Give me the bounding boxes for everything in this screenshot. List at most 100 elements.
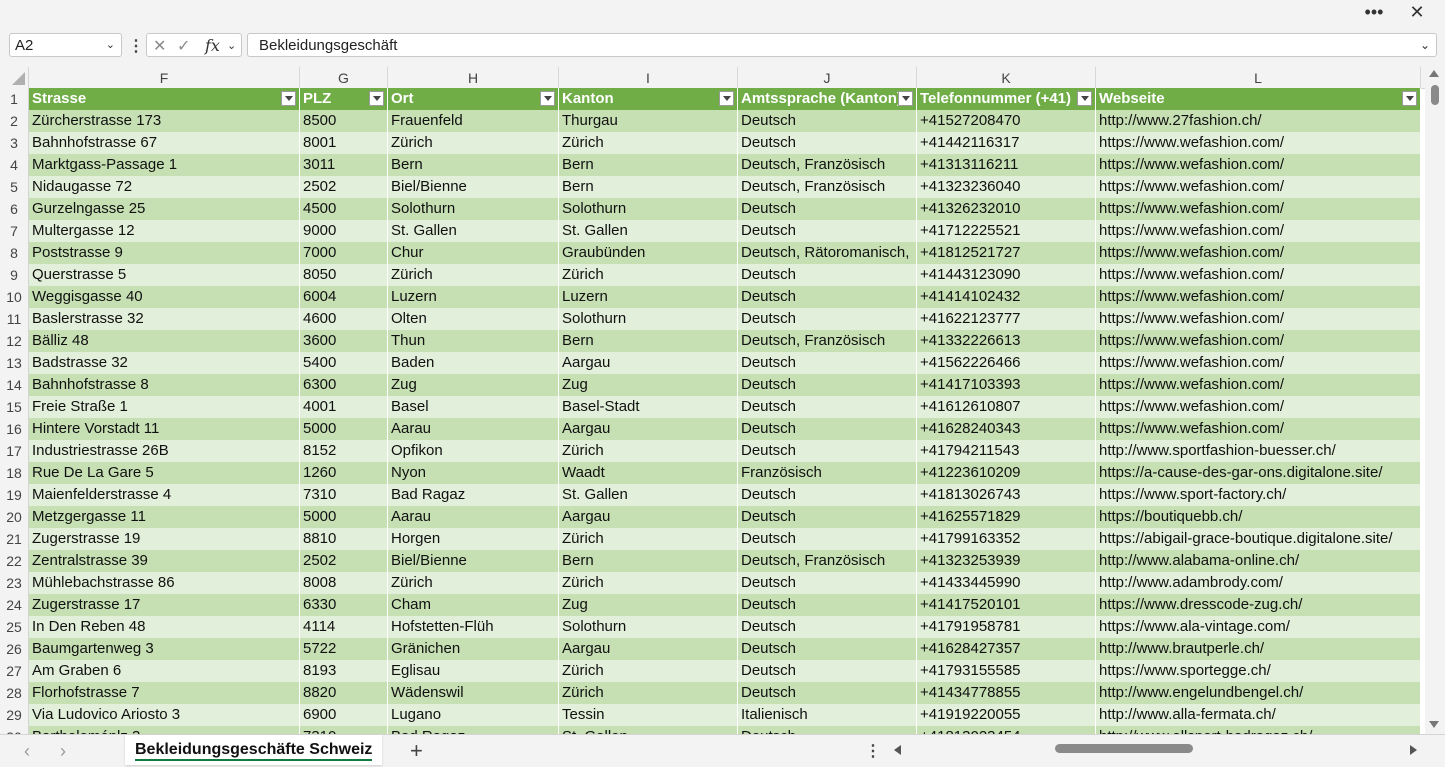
table-cell[interactable]: https://www.wefashion.com/: [1096, 198, 1421, 220]
table-cell[interactable]: Zürich: [559, 132, 738, 154]
table-cell[interactable]: https://www.wefashion.com/: [1096, 132, 1421, 154]
table-cell[interactable]: Zug: [559, 374, 738, 396]
table-cell[interactable]: +41812521727: [917, 242, 1096, 264]
table-cell[interactable]: Baden: [388, 352, 559, 374]
table-cell[interactable]: Deutsch: [738, 440, 917, 462]
table-cell[interactable]: Querstrasse 5: [29, 264, 300, 286]
table-cell[interactable]: Deutsch: [738, 286, 917, 308]
row-header[interactable]: 30: [0, 726, 29, 734]
table-cell[interactable]: 4114: [300, 616, 388, 638]
table-cell[interactable]: +41313116211: [917, 154, 1096, 176]
table-cell[interactable]: In Den Reben 48: [29, 616, 300, 638]
table-header-cell[interactable]: PLZ: [300, 88, 388, 110]
table-cell[interactable]: http://www.allsport-badragaz.ch/: [1096, 726, 1421, 734]
table-cell[interactable]: Deutsch: [738, 132, 917, 154]
table-cell[interactable]: Chur: [388, 242, 559, 264]
chevron-down-icon[interactable]: ⌄: [227, 39, 236, 52]
formula-input[interactable]: Bekleidungsgeschäft ⌄: [247, 33, 1437, 57]
table-cell[interactable]: +41799163352: [917, 528, 1096, 550]
table-cell[interactable]: https://www.wefashion.com/: [1096, 418, 1421, 440]
table-cell[interactable]: +41434778855: [917, 682, 1096, 704]
table-cell[interactable]: Deutsch: [738, 638, 917, 660]
table-cell[interactable]: +41433445990: [917, 572, 1096, 594]
table-cell[interactable]: Badstrasse 32: [29, 352, 300, 374]
table-cell[interactable]: Bad Ragaz: [388, 484, 559, 506]
table-cell[interactable]: +41813026743: [917, 484, 1096, 506]
table-cell[interactable]: +41625571829: [917, 506, 1096, 528]
table-cell[interactable]: 8050: [300, 264, 388, 286]
table-cell[interactable]: Opfikon: [388, 440, 559, 462]
table-cell[interactable]: https://boutiquebb.ch/: [1096, 506, 1421, 528]
row-header[interactable]: 25: [0, 616, 29, 638]
row-header[interactable]: 17: [0, 440, 29, 462]
row-header[interactable]: 9: [0, 264, 29, 286]
table-cell[interactable]: Deutsch: [738, 396, 917, 418]
column-header-k[interactable]: K: [917, 67, 1096, 88]
table-cell[interactable]: Deutsch: [738, 308, 917, 330]
spreadsheet-grid[interactable]: FGHIJKL 1 Strasse PLZ Ort Kanton Amtssprache …: [0, 67, 1425, 734]
more-vertical-icon[interactable]: ⋮: [865, 741, 881, 761]
row-header[interactable]: 6: [0, 198, 29, 220]
table-cell[interactable]: Solothurn: [559, 198, 738, 220]
check-icon[interactable]: ✓: [177, 36, 190, 56]
table-cell[interactable]: Deutsch, Rätoromanisch,: [738, 242, 917, 264]
row-header[interactable]: 3: [0, 132, 29, 154]
table-cell[interactable]: Wädenswil: [388, 682, 559, 704]
table-cell[interactable]: Bern: [559, 550, 738, 572]
table-cell[interactable]: Biel/Bienne: [388, 550, 559, 572]
table-cell[interactable]: St. Gallen: [559, 726, 738, 734]
table-cell[interactable]: Deutsch: [738, 572, 917, 594]
table-cell[interactable]: Eglisau: [388, 660, 559, 682]
table-cell[interactable]: 8008: [300, 572, 388, 594]
table-cell[interactable]: Bad Ragaz: [388, 726, 559, 734]
table-cell[interactable]: Florhofstrasse 7: [29, 682, 300, 704]
table-cell[interactable]: Deutsch: [738, 220, 917, 242]
scroll-down-icon[interactable]: [1429, 721, 1439, 728]
table-cell[interactable]: +41323236040: [917, 176, 1096, 198]
table-cell[interactable]: Aargau: [559, 418, 738, 440]
table-cell[interactable]: Zürich: [559, 682, 738, 704]
vertical-scroll-thumb[interactable]: [1431, 85, 1439, 105]
table-cell[interactable]: Deutsch, Französisch: [738, 550, 917, 572]
table-cell[interactable]: +41417520101: [917, 594, 1096, 616]
table-cell[interactable]: Zugerstrasse 19: [29, 528, 300, 550]
table-cell[interactable]: 3600: [300, 330, 388, 352]
row-header[interactable]: 18: [0, 462, 29, 484]
table-cell[interactable]: +41622123777: [917, 308, 1096, 330]
table-cell[interactable]: St. Gallen: [559, 220, 738, 242]
table-cell[interactable]: 7310: [300, 484, 388, 506]
table-cell[interactable]: +41612610807: [917, 396, 1096, 418]
table-cell[interactable]: https://www.wefashion.com/: [1096, 374, 1421, 396]
table-cell[interactable]: +41332226613: [917, 330, 1096, 352]
table-cell[interactable]: https://www.wefashion.com/: [1096, 330, 1421, 352]
table-cell[interactable]: Deutsch: [738, 110, 917, 132]
row-header[interactable]: 15: [0, 396, 29, 418]
close-icon[interactable]: ✕: [1402, 0, 1432, 24]
horizontal-scroll-thumb[interactable]: [1055, 744, 1193, 753]
table-cell[interactable]: Solothurn: [559, 616, 738, 638]
table-cell[interactable]: Biel/Bienne: [388, 176, 559, 198]
table-cell[interactable]: http://www.alla-fermata.ch/: [1096, 704, 1421, 726]
table-cell[interactable]: +41414102432: [917, 286, 1096, 308]
table-cell[interactable]: Zürich: [388, 132, 559, 154]
scroll-right-icon[interactable]: [1410, 745, 1417, 755]
table-cell[interactable]: +41712225521: [917, 220, 1096, 242]
table-cell[interactable]: Solothurn: [388, 198, 559, 220]
table-cell[interactable]: Zentralstrasse 39: [29, 550, 300, 572]
table-cell[interactable]: Gurzelngasse 25: [29, 198, 300, 220]
table-cell[interactable]: Zürich: [388, 572, 559, 594]
row-header[interactable]: 16: [0, 418, 29, 440]
table-cell[interactable]: Luzern: [559, 286, 738, 308]
table-cell[interactable]: https://www.dresscode-zug.ch/: [1096, 594, 1421, 616]
table-cell[interactable]: http://www.sportfashion-buesser.ch/: [1096, 440, 1421, 462]
table-cell[interactable]: Maienfelderstrasse 4: [29, 484, 300, 506]
table-cell[interactable]: Zugerstrasse 17: [29, 594, 300, 616]
table-cell[interactable]: Zürich: [559, 572, 738, 594]
table-cell[interactable]: 8500: [300, 110, 388, 132]
table-cell[interactable]: +41793155585: [917, 660, 1096, 682]
table-cell[interactable]: https://www.sport-factory.ch/: [1096, 484, 1421, 506]
table-cell[interactable]: Graubünden: [559, 242, 738, 264]
function-icon[interactable]: fx: [205, 36, 220, 55]
table-cell[interactable]: http://www.alabama-online.ch/: [1096, 550, 1421, 572]
table-cell[interactable]: +41791958781: [917, 616, 1096, 638]
